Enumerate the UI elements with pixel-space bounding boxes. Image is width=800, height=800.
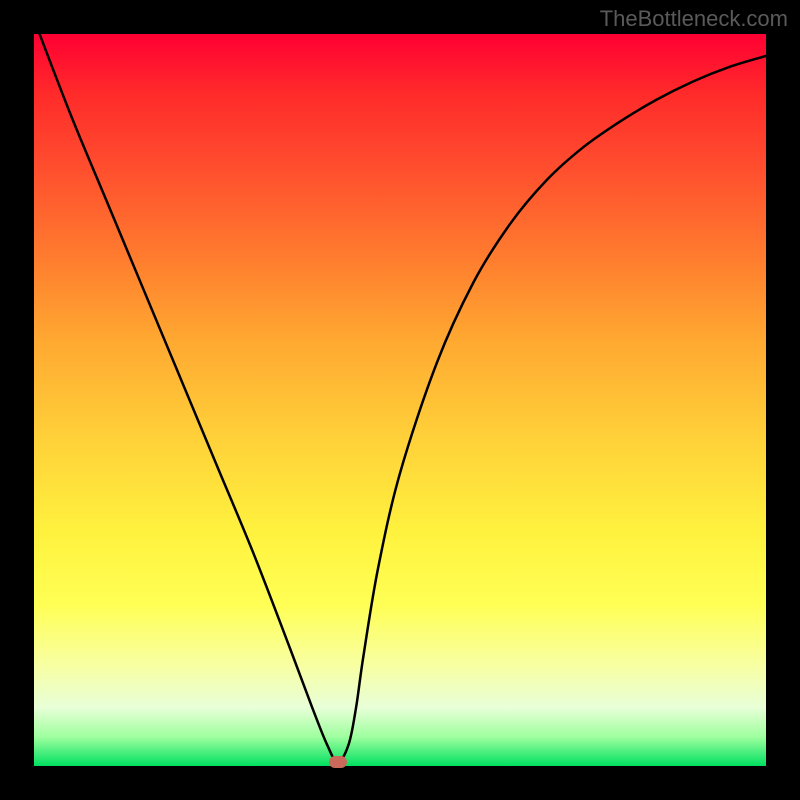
plot-area <box>34 34 766 766</box>
bottleneck-curve <box>34 34 766 766</box>
watermark-text: TheBottleneck.com <box>600 6 788 32</box>
optimum-marker <box>329 756 347 768</box>
